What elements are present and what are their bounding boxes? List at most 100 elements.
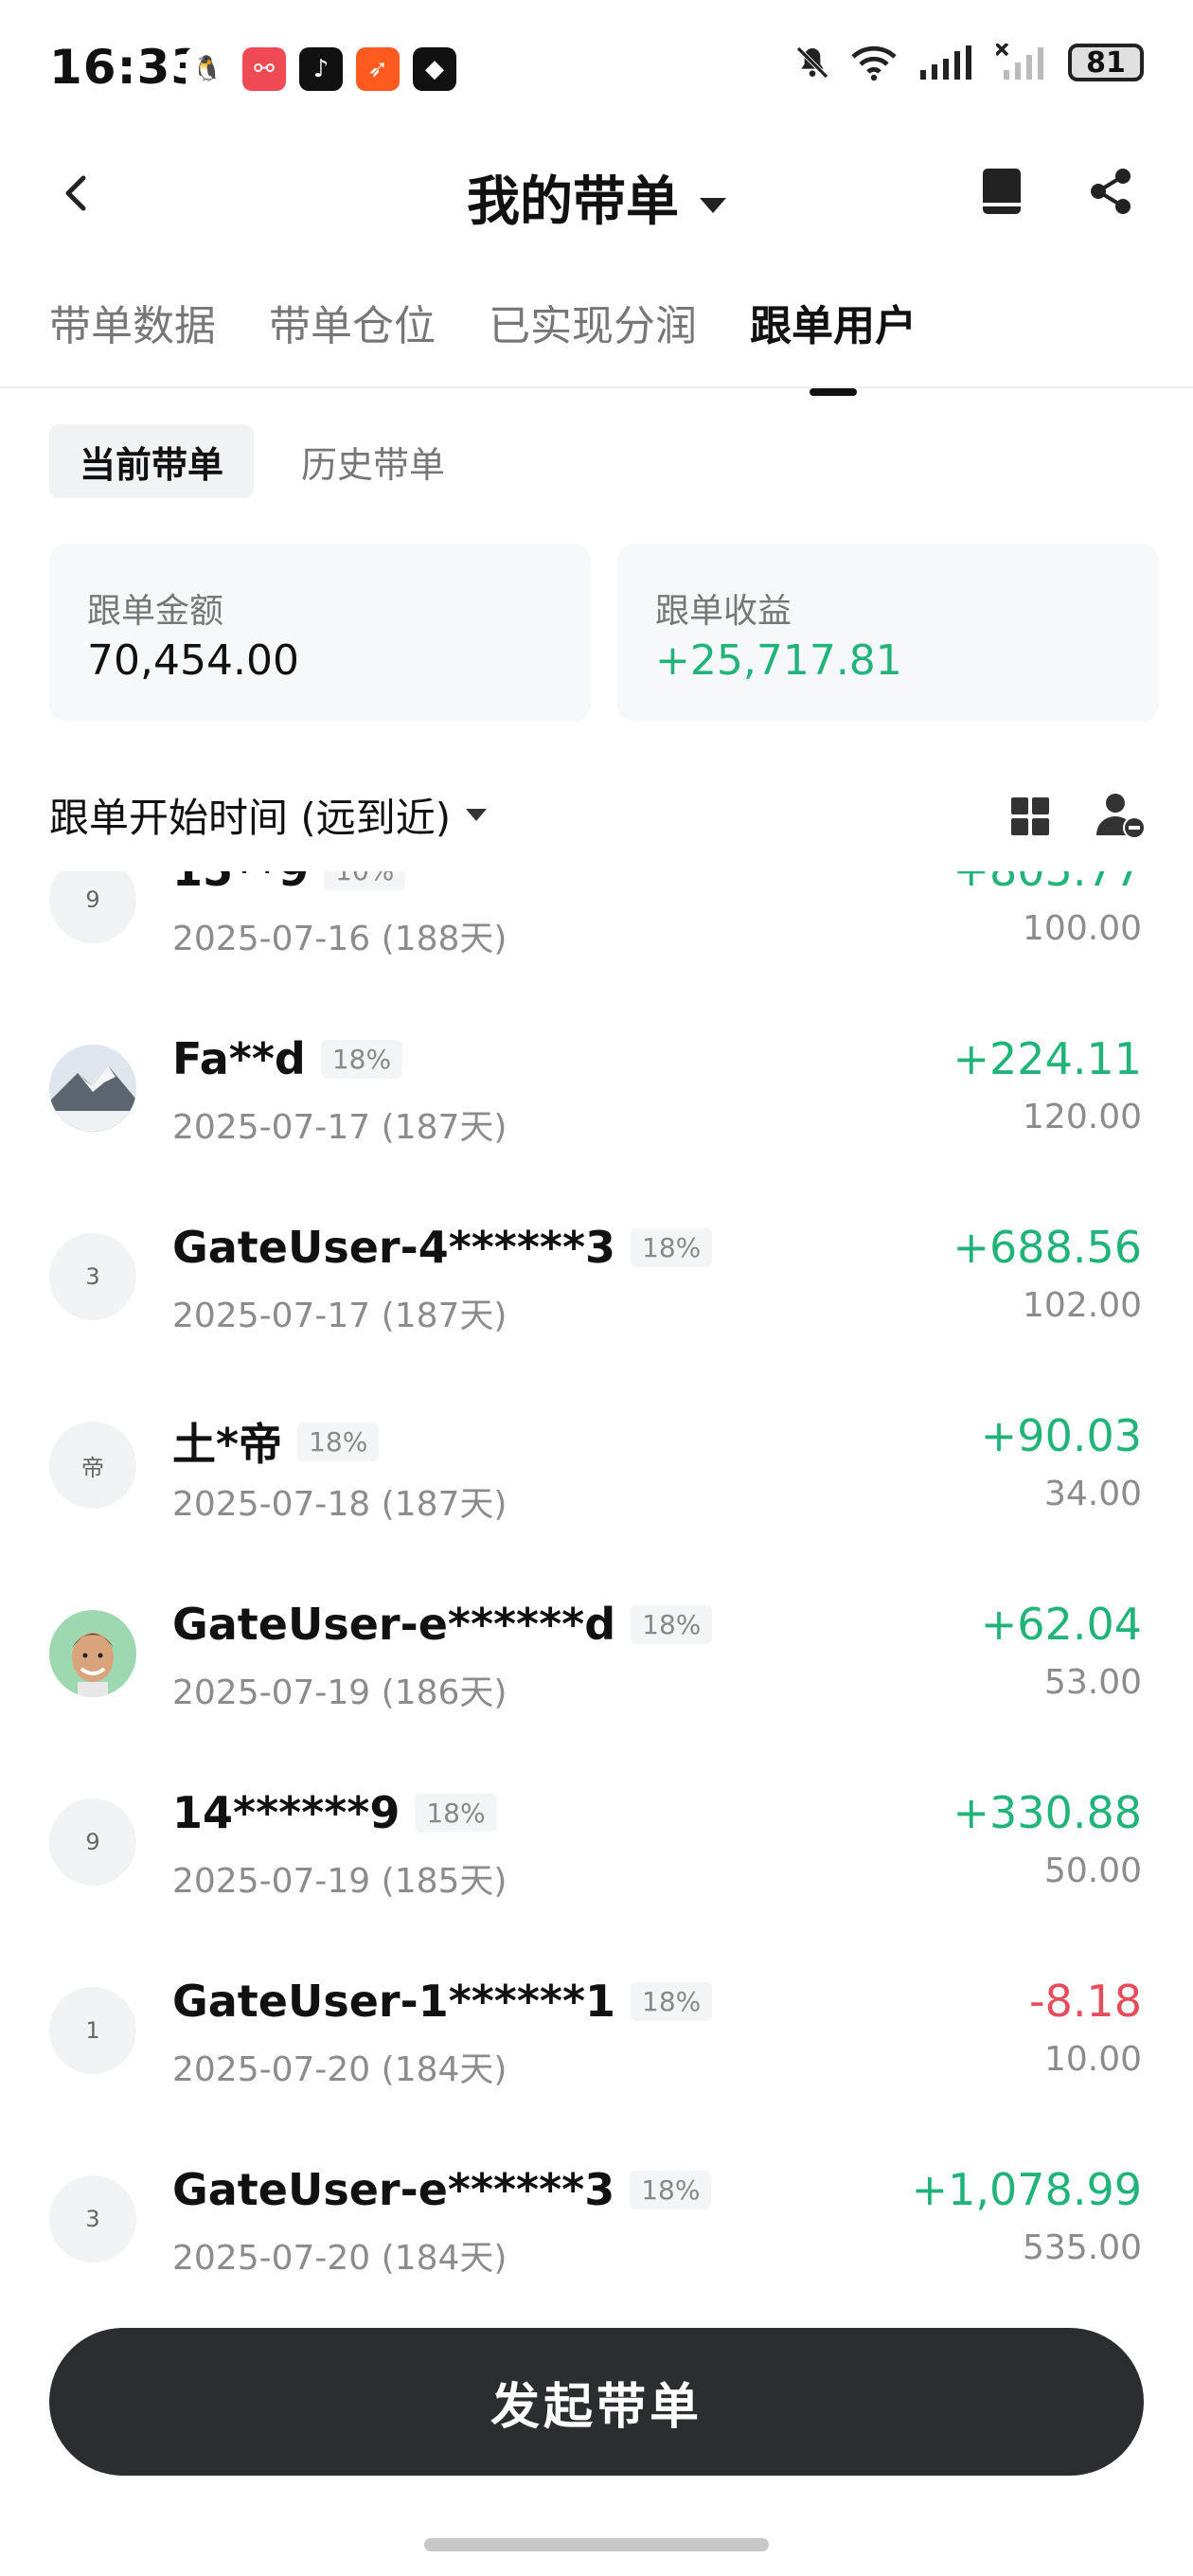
caret-down-icon bbox=[700, 197, 726, 213]
list-item[interactable]: 1 GateUser-1******1 18% 2025-07-20 (184天) -8… bbox=[0, 1968, 1193, 2156]
segment-current[interactable]: 当前带单 bbox=[49, 424, 255, 498]
user-name: 14******9 bbox=[172, 1787, 401, 1838]
tabs-divider bbox=[0, 386, 1193, 388]
profit-share-badge: 18% bbox=[631, 1604, 713, 1644]
user-name: 土*帝 bbox=[172, 1419, 283, 1470]
start-date: 2025-07-20 (184天) bbox=[172, 2050, 507, 2089]
user-name-group: 土*帝 18% bbox=[172, 1410, 380, 1473]
caret-down-icon bbox=[466, 809, 488, 821]
user-remove-icon bbox=[1096, 794, 1146, 839]
user-name: Fa**d bbox=[172, 1033, 306, 1084]
share-button[interactable] bbox=[1083, 163, 1140, 224]
start-lead-button[interactable]: 发起带单 bbox=[49, 2328, 1144, 2476]
list-item[interactable]: Fa**d 18% 2025-07-17 (187天) +224.11 120.00 bbox=[0, 1026, 1193, 1214]
tab-copy-positions[interactable]: 带单仓位 bbox=[269, 292, 436, 367]
home-indicator bbox=[424, 2538, 769, 2551]
mute-icon bbox=[796, 46, 828, 79]
status-indicators: 81 bbox=[793, 44, 1144, 81]
list-item[interactable]: 帝土*帝 18% 2025-07-18 (187天) +90.03 34.00 bbox=[0, 1403, 1193, 1591]
start-date: 2025-07-18 (187天) bbox=[172, 1485, 507, 1524]
user-pnl: +1,078.99 bbox=[911, 2164, 1142, 2215]
tiktok-icon: ♪ bbox=[299, 47, 343, 91]
profit-share-badge: 18% bbox=[630, 2170, 712, 2209]
user-avatar: 9 bbox=[49, 1798, 136, 1886]
start-date: 2025-07-19 (185天) bbox=[172, 1862, 507, 1901]
start-date: 2025-07-17 (187天) bbox=[172, 1108, 507, 1147]
user-avatar: 1 bbox=[49, 1987, 136, 2074]
list-item[interactable]: GateUser-e******d 18% 2025-07-19 (186天) +62… bbox=[0, 1591, 1193, 1780]
top-tabs: 带单数据 带单仓位 已实现分润 跟单用户 bbox=[49, 292, 917, 396]
user-name: GateUser-e******3 bbox=[172, 2164, 615, 2215]
user-pnl: +688.56 bbox=[953, 1222, 1143, 1273]
list-item[interactable]: 3 GateUser-e******3 18% 2025-07-20 (184天) +1… bbox=[0, 2156, 1193, 2281]
user-pnl: +62.04 bbox=[980, 1599, 1142, 1650]
book-icon bbox=[983, 169, 1021, 214]
battery-indicator: 81 bbox=[1068, 44, 1144, 81]
profit-share-badge: 18% bbox=[297, 1422, 380, 1461]
copy-profit-card: 跟单收益 +25,717.81 bbox=[617, 544, 1159, 722]
app-black-icon: ◆ bbox=[413, 47, 456, 91]
manage-users-button[interactable] bbox=[1093, 788, 1148, 843]
user-name: 15**9 bbox=[172, 871, 309, 896]
qq-icon: 🐧 bbox=[186, 47, 229, 91]
copy-profit-label: 跟单收益 bbox=[655, 592, 792, 631]
app-header: 我的带单 bbox=[0, 142, 1193, 246]
list-item[interactable]: 9 14******9 18% 2025-07-19 (185天) +330.88 50.… bbox=[0, 1780, 1193, 1968]
guide-button[interactable] bbox=[975, 163, 1032, 224]
user-copy-amount: 100.00 bbox=[1023, 909, 1142, 948]
user-copy-amount: 102.00 bbox=[1023, 1286, 1142, 1325]
share-icon bbox=[1091, 169, 1131, 214]
sort-dropdown[interactable]: 跟单开始时间 (远到近) bbox=[49, 786, 488, 844]
signal-off-icon bbox=[996, 44, 1043, 80]
list-item[interactable]: 9 15**9 10% 2025-07-16 (188天) +805.77 100.00 bbox=[0, 871, 1193, 1026]
copy-users-list-inner: 9 15**9 10% 2025-07-16 (188天) +805.77 100.00 F… bbox=[0, 871, 1193, 2281]
user-copy-amount: 34.00 bbox=[1043, 1475, 1142, 1513]
layout-toggle-button[interactable] bbox=[1007, 794, 1053, 839]
user-name-group: Fa**d 18% bbox=[172, 1033, 403, 1084]
tab-realized-profit-share[interactable]: 已实现分润 bbox=[489, 292, 697, 367]
user-copy-amount: 120.00 bbox=[1023, 1098, 1142, 1136]
profit-share-badge: 18% bbox=[631, 1227, 713, 1267]
segment-history[interactable]: 历史带单 bbox=[271, 424, 475, 498]
user-avatar: 9 bbox=[49, 871, 136, 943]
user-name-group: GateUser-e******d 18% bbox=[172, 1599, 713, 1650]
user-name: GateUser-1******1 bbox=[172, 1976, 616, 2027]
user-pnl: +330.88 bbox=[953, 1787, 1143, 1838]
grid-icon bbox=[1011, 797, 1049, 835]
copy-amount-label: 跟单金额 bbox=[87, 592, 224, 631]
list-item[interactable]: 3 GateUser-4******3 18% 2025-07-17 (187天) +6… bbox=[0, 1214, 1193, 1403]
signal-icon bbox=[920, 45, 971, 80]
profit-share-badge: 18% bbox=[631, 1981, 713, 2021]
copy-users-list: 9 15**9 10% 2025-07-16 (188天) +805.77 100.00 F… bbox=[0, 871, 1193, 2281]
user-avatar: 帝 bbox=[49, 1422, 136, 1509]
wifi-icon bbox=[851, 45, 897, 81]
copy-amount-value: 70,454.00 bbox=[87, 636, 299, 685]
user-copy-amount: 535.00 bbox=[1023, 2228, 1142, 2267]
user-pnl: +90.03 bbox=[980, 1410, 1142, 1461]
start-date: 2025-07-17 (187天) bbox=[172, 1297, 507, 1335]
user-name-group: 14******9 18% bbox=[172, 1787, 497, 1838]
user-copy-amount: 53.00 bbox=[1043, 1663, 1142, 1702]
copy-amount-card: 跟单金额 70,454.00 bbox=[49, 544, 591, 722]
status-bar: 16:33 🐧 ⚯ ♪ ➶ ◆ 81 bbox=[0, 0, 1193, 133]
user-pnl: +224.11 bbox=[953, 1033, 1143, 1084]
user-avatar: 3 bbox=[49, 2175, 136, 2263]
user-name: GateUser-4******3 bbox=[172, 1222, 616, 1273]
user-avatar-image bbox=[49, 1045, 136, 1132]
profit-share-badge: 18% bbox=[320, 1039, 403, 1079]
tab-copy-users[interactable]: 跟单用户 bbox=[750, 292, 917, 396]
user-name-group: GateUser-e******3 18% bbox=[172, 2164, 712, 2215]
app-red-icon: ⚯ bbox=[242, 47, 286, 91]
status-time: 16:33 bbox=[49, 40, 205, 95]
page-title: 我的带单 bbox=[467, 171, 679, 233]
profit-share-badge: 10% bbox=[324, 871, 406, 890]
profit-share-badge: 18% bbox=[415, 1793, 497, 1833]
lead-segment: 当前带单 历史带单 bbox=[49, 424, 475, 498]
user-name-group: GateUser-1******1 18% bbox=[172, 1976, 713, 2027]
user-copy-amount: 50.00 bbox=[1043, 1852, 1142, 1890]
tab-copy-data[interactable]: 带单数据 bbox=[49, 292, 216, 367]
user-name-group: GateUser-4******3 18% bbox=[172, 1222, 713, 1273]
app-orange-icon: ➶ bbox=[356, 47, 400, 91]
user-name: GateUser-e******d bbox=[172, 1599, 616, 1650]
user-name-group: 15**9 10% bbox=[172, 871, 406, 896]
